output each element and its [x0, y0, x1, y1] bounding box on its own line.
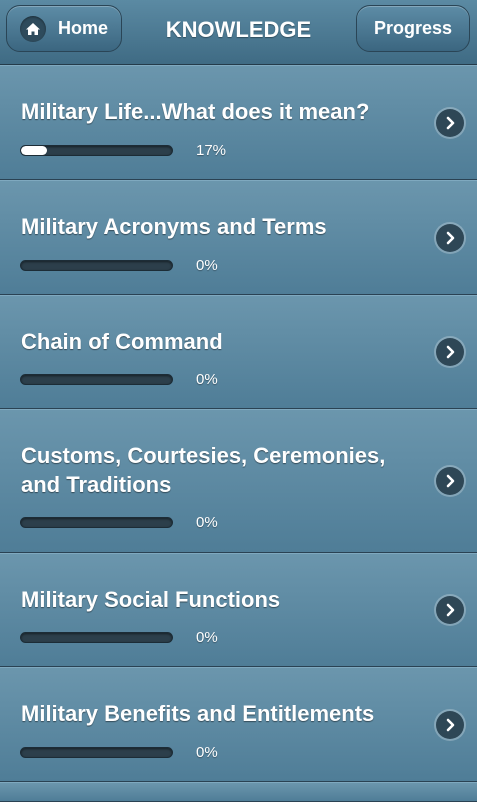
item-title: Military Acronyms and Terms: [21, 214, 327, 239]
progress-bar: [20, 260, 173, 271]
progress-percent: 0%: [196, 744, 218, 761]
list-item[interactable]: Military Acronyms and Terms 0%: [0, 180, 477, 295]
progress-button[interactable]: Progress: [356, 5, 470, 52]
chevron-right-icon[interactable]: [436, 711, 464, 739]
list-item[interactable]: Customs, Courtesies, Ceremonies, and Tra…: [0, 409, 477, 553]
page-title: KNOWLEDGE: [165, 17, 312, 42]
progress-percent: 17%: [196, 142, 227, 159]
progress-percent: 0%: [196, 514, 218, 531]
progress-percent: 0%: [196, 629, 218, 646]
progress-bar: [20, 374, 173, 385]
progress-bar: [20, 145, 173, 156]
progress-fill: [21, 146, 47, 155]
item-title: Military Life...What does it mean?: [21, 99, 370, 124]
topic-list: Military Life...What does it mean? 17% M…: [0, 65, 477, 802]
header-bar: Home KNOWLEDGE Progress: [0, 0, 477, 65]
chevron-right-icon[interactable]: [436, 224, 464, 252]
list-item[interactable]: Military Social Functions 0%: [0, 553, 477, 667]
list-item[interactable]: Chain of Command 0%: [0, 295, 477, 409]
list-item[interactable]: Military Benefits and Entitlements 0%: [0, 667, 477, 782]
list-item[interactable]: Military Life...What does it mean? 17%: [0, 65, 477, 180]
item-title: Military Social Functions: [21, 587, 281, 612]
home-label: Home: [57, 18, 108, 38]
home-icon: [19, 15, 46, 42]
progress-percent: 0%: [196, 371, 218, 388]
progress-percent: 0%: [196, 257, 218, 274]
chevron-right-icon[interactable]: [436, 109, 464, 137]
list-item[interactable]: [0, 782, 477, 802]
item-title: Chain of Command: [21, 329, 223, 354]
item-title: Military Benefits and Entitlements: [21, 701, 375, 726]
progress-bar: [20, 517, 173, 528]
chevron-right-icon[interactable]: [436, 596, 464, 624]
chevron-right-icon[interactable]: [436, 338, 464, 366]
chevron-right-icon[interactable]: [436, 467, 464, 495]
home-button[interactable]: Home: [6, 5, 122, 52]
item-title: Customs, Courtesies, Ceremonies, and Tra…: [21, 443, 386, 497]
progress-bar: [20, 747, 173, 758]
progress-bar: [20, 632, 173, 643]
